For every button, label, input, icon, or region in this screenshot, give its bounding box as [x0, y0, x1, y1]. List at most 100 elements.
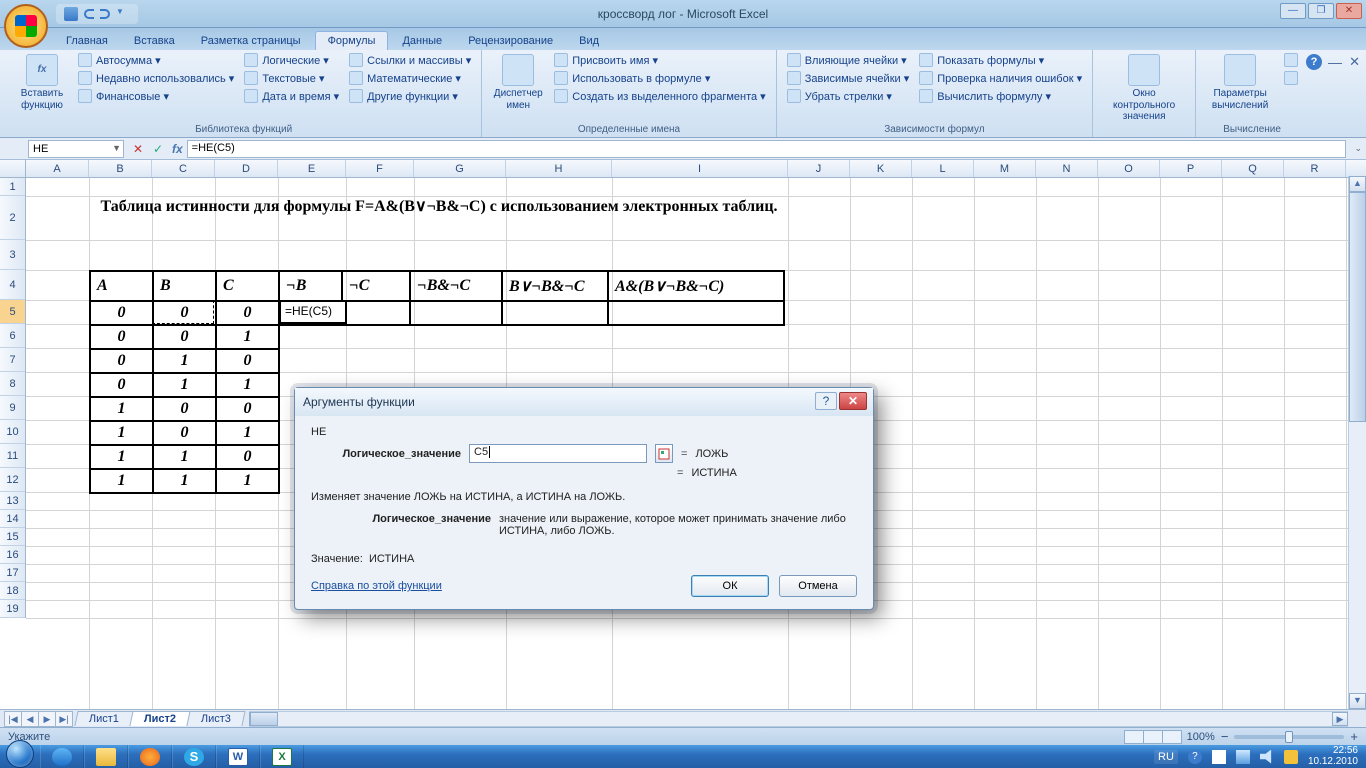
table-cell[interactable]: 0 [216, 301, 279, 325]
row-header-8[interactable]: 8 [0, 372, 25, 396]
zoom-level[interactable]: 100% [1187, 731, 1215, 743]
ribbon-item[interactable]: Дата и время ▾ [242, 88, 341, 104]
tray-flag-icon[interactable] [1212, 750, 1226, 764]
minimize-button[interactable]: — [1280, 3, 1306, 19]
column-header-M[interactable]: M [974, 160, 1036, 177]
ribbon-item[interactable]: Убрать стрелки ▾ [785, 88, 912, 104]
function-help-link[interactable]: Справка по этой функции [311, 580, 442, 592]
row-header-14[interactable]: 14 [0, 510, 25, 528]
row-header-9[interactable]: 9 [0, 396, 25, 420]
table-cell[interactable]: 0 [90, 349, 153, 373]
cancel-formula-icon[interactable]: ✕ [130, 142, 146, 156]
table-cell[interactable]: 1 [216, 469, 279, 493]
watch-window-button[interactable]: Окно контрольного значения [1101, 52, 1187, 123]
table-cell[interactable]: 1 [153, 373, 216, 397]
row-header-19[interactable]: 19 [0, 600, 25, 618]
table-cell[interactable]: 1 [90, 397, 153, 421]
table-cell[interactable] [502, 301, 608, 325]
row-header-2[interactable]: 2 [0, 196, 25, 240]
tray-clock[interactable]: 22:56 10.12.2010 [1308, 746, 1358, 767]
vertical-scrollbar[interactable]: ▲ ▼ [1348, 176, 1366, 709]
horizontal-scrollbar[interactable]: ◀ ▶ [249, 711, 1348, 727]
table-cell[interactable] [342, 325, 410, 349]
row-header-3[interactable]: 3 [0, 240, 25, 270]
row-header-4[interactable]: 4 [0, 270, 25, 300]
sheet-tab-Лист2[interactable]: Лист2 [129, 711, 190, 726]
column-header-R[interactable]: R [1284, 160, 1346, 177]
office-button[interactable] [4, 4, 48, 48]
formula-expand-icon[interactable]: ⌄ [1354, 143, 1362, 154]
column-header-L[interactable]: L [912, 160, 974, 177]
table-cell[interactable]: 1 [216, 373, 279, 397]
column-header-G[interactable]: G [414, 160, 506, 177]
last-sheet-icon[interactable]: ▶| [55, 711, 73, 727]
ribbon-item[interactable]: Проверка наличия ошибок ▾ [917, 70, 1084, 86]
sheet-tab-Лист3[interactable]: Лист3 [187, 711, 246, 726]
taskbar-media[interactable] [128, 745, 172, 768]
cancel-button[interactable]: Отмена [779, 575, 857, 597]
table-cell[interactable] [279, 301, 342, 325]
select-all-corner[interactable] [0, 160, 26, 177]
ribbon-item[interactable]: Финансовые ▾ [76, 88, 236, 104]
ribbon-item[interactable]: Автосумма ▾ [76, 52, 236, 68]
system-tray[interactable]: RU ? 22:56 10.12.2010 [1146, 745, 1366, 768]
tray-help-icon[interactable]: ? [1188, 750, 1202, 764]
ribbon-item[interactable]: Присвоить имя ▾ [552, 52, 767, 68]
ribbon-item[interactable]: Недавно использовались ▾ [76, 70, 236, 86]
calc-options-button[interactable]: Параметры вычислений [1204, 52, 1276, 111]
fx-icon[interactable]: fx [172, 142, 183, 156]
argument-input[interactable]: C5 [469, 444, 647, 463]
page-break-view-icon[interactable] [1162, 730, 1182, 744]
table-cell[interactable]: 0 [216, 445, 279, 469]
zoom-slider[interactable] [1234, 735, 1344, 739]
column-header-Q[interactable]: Q [1222, 160, 1284, 177]
table-cell[interactable]: 0 [216, 397, 279, 421]
dialog-close-button[interactable]: ✕ [839, 392, 867, 410]
ribbon-item[interactable]: Создать из выделенного фрагмента ▾ [552, 88, 767, 104]
table-cell[interactable] [410, 349, 502, 373]
table-cell[interactable]: 0 [90, 301, 153, 325]
ribbon-item[interactable]: Другие функции ▾ [347, 88, 473, 104]
table-cell[interactable]: 1 [153, 349, 216, 373]
scroll-down-icon[interactable]: ▼ [1349, 693, 1366, 709]
ribbon-tab-Данные[interactable]: Данные [390, 32, 454, 50]
taskbar-word[interactable]: W [216, 745, 260, 768]
zoom-in-icon[interactable]: + [1350, 729, 1358, 744]
scroll-up-icon[interactable]: ▲ [1349, 176, 1366, 192]
row-header-7[interactable]: 7 [0, 348, 25, 372]
ribbon-item[interactable]: Вычислить формулу ▾ [917, 88, 1084, 104]
column-header-B[interactable]: B [89, 160, 152, 177]
column-header-F[interactable]: F [346, 160, 414, 177]
table-cell[interactable] [502, 325, 608, 349]
ribbon-tab-Формулы[interactable]: Формулы [315, 31, 389, 50]
ribbon-item[interactable]: Математические ▾ [347, 70, 473, 86]
quick-access-toolbar[interactable]: ▼ [56, 4, 138, 24]
prev-sheet-icon[interactable]: ◀ [21, 711, 39, 727]
sheet-nav[interactable]: |◀ ◀ ▶ ▶| [4, 711, 72, 727]
tray-updates-icon[interactable] [1284, 750, 1298, 764]
table-cell[interactable] [410, 325, 502, 349]
ribbon-item[interactable]: Логические ▾ [242, 52, 341, 68]
sheet-tab-Лист1[interactable]: Лист1 [74, 711, 133, 726]
next-sheet-icon[interactable]: ▶ [38, 711, 56, 727]
table-cell[interactable] [342, 349, 410, 373]
scroll-right-icon[interactable]: ▶ [1332, 712, 1348, 726]
table-cell[interactable]: 0 [153, 397, 216, 421]
table-cell[interactable]: 0 [216, 349, 279, 373]
name-box[interactable]: НЕ ▼ [28, 140, 124, 158]
row-header-17[interactable]: 17 [0, 564, 25, 582]
table-cell[interactable]: 1 [216, 325, 279, 349]
maximize-button[interactable]: ❐ [1308, 3, 1334, 19]
range-selector-icon[interactable] [655, 444, 673, 463]
column-header-N[interactable]: N [1036, 160, 1098, 177]
table-cell[interactable]: 0 [153, 421, 216, 445]
redo-icon[interactable] [100, 9, 110, 19]
column-header-C[interactable]: C [152, 160, 215, 177]
table-cell[interactable]: 1 [153, 445, 216, 469]
insert-function-button[interactable]: fx Вставить функцию [14, 52, 70, 111]
row-header-10[interactable]: 10 [0, 420, 25, 444]
table-cell[interactable]: 0 [153, 325, 216, 349]
view-buttons[interactable] [1124, 730, 1181, 744]
taskbar-excel[interactable]: X [260, 745, 304, 768]
row-header-16[interactable]: 16 [0, 546, 25, 564]
